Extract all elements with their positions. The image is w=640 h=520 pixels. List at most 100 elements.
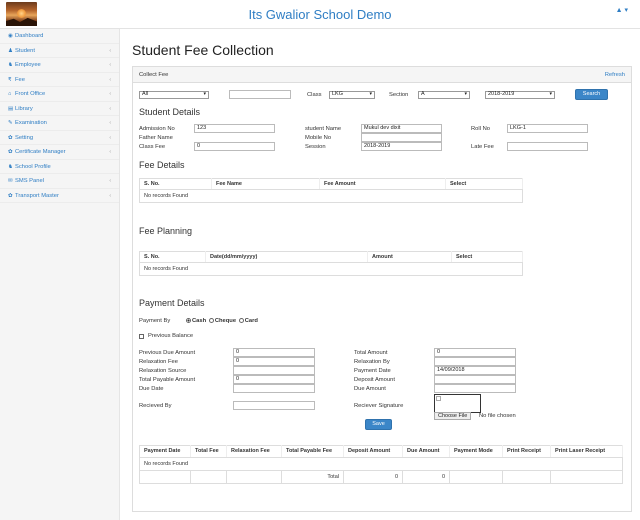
empty-message: No records Found [144, 266, 189, 272]
collect-fee-panel: Collect Fee Refresh All Class LKG Sectio… [132, 66, 632, 512]
cheque-label: Cheque [214, 318, 237, 324]
table-row: No records Found [140, 190, 523, 203]
student-name-field[interactable]: Mukul dev dixit [361, 124, 442, 133]
sidebar-item-label: Student [15, 47, 35, 54]
column-header: Fee Name [211, 178, 320, 190]
payment-date-label: Payment Date [354, 368, 391, 374]
search-button[interactable]: Search [575, 89, 608, 100]
mail-icon: ✉ [8, 178, 13, 184]
section-select[interactable]: A [418, 91, 470, 99]
class-select[interactable]: LKG [329, 91, 375, 99]
sidebar-item-examination[interactable]: ✎ Examination ‹ [0, 116, 119, 131]
admission-no-label: Admission No [139, 126, 175, 132]
column-header: Amount [367, 251, 452, 263]
sidebar-item-certificate-manager[interactable]: ✿ Certificate Manager ‹ [0, 145, 119, 160]
received-by-field[interactable] [233, 401, 315, 410]
column-header: Relaxation Fee [226, 445, 282, 458]
relaxation-by-field[interactable] [434, 357, 516, 366]
user-menu-icon[interactable]: ▲ ▾ [616, 6, 628, 14]
due-amount-label: Due Amount [354, 386, 386, 392]
sidebar-item-library[interactable]: ▤ Library ‹ [0, 102, 119, 116]
due-date-field[interactable] [233, 384, 315, 393]
relaxation-fee-label: Relaxation Fee [139, 359, 178, 365]
table-row: No records Found [139, 457, 623, 471]
table-header-row: S. No. Fee Name Fee Amount Select [139, 178, 523, 190]
chevron-left-icon: ‹ [109, 105, 111, 112]
previous-balance-checkbox[interactable] [139, 334, 144, 339]
session-field[interactable]: 2018-2019 [361, 142, 442, 151]
total-amount-field[interactable]: 0 [434, 348, 516, 357]
fee-details-title: Fee Details [139, 160, 185, 170]
sidebar-item-label: Library [15, 105, 33, 112]
gear-icon: ✿ [8, 149, 13, 155]
previous-due-amount-label: Previous Due Amount [139, 350, 196, 356]
gear-icon: ✿ [8, 192, 13, 199]
previous-balance-label: Previous Balance [148, 333, 194, 339]
column-header: Print Laser Receipt [550, 445, 623, 458]
cheque-radio[interactable] [208, 318, 214, 323]
chevron-left-icon: ‹ [109, 47, 111, 54]
column-header: Print Receipt [502, 445, 551, 458]
broken-image-icon [436, 396, 441, 401]
sidebar-item-label: Certificate Manager [15, 149, 66, 155]
payment-date-field[interactable]: 14/09/2018 [434, 366, 516, 375]
choose-file-button[interactable]: Choose File [434, 412, 472, 420]
card-radio[interactable] [238, 318, 244, 323]
column-header: Fee Amount [319, 178, 446, 190]
relaxation-source-label: Relaxation Source [139, 368, 187, 374]
received-by-label: Recieved By [139, 403, 172, 409]
relaxation-fee-field[interactable]: 0 [233, 357, 315, 366]
total-payable-amount-field[interactable]: 0 [233, 375, 315, 384]
signature-preview [434, 394, 481, 413]
roll-no-field[interactable]: LKG-1 [507, 124, 588, 133]
sidebar-item-label: SMS Panel [15, 178, 44, 184]
refresh-link[interactable]: Refresh [605, 72, 625, 78]
payment-mode-options: Cash Cheque Card [185, 318, 258, 324]
main-content: Student Fee Collection Collect Fee Refre… [120, 29, 640, 520]
due-date-label: Due Date [139, 386, 164, 392]
sidebar-item-transport-master[interactable]: ✿ Transport Master ‹ [0, 189, 119, 203]
top-header: Its Gwalior School Demo ▲ ▾ [0, 0, 640, 29]
sidebar-item-sms-panel[interactable]: ✉ SMS Panel ‹ [0, 174, 119, 189]
book-icon: ▤ [8, 105, 14, 112]
users-icon: ♞ [8, 62, 13, 68]
due-amount-field[interactable] [434, 384, 516, 393]
search-text-input[interactable] [229, 90, 291, 99]
empty-message: No records Found [144, 193, 189, 199]
card-label: Card [244, 318, 258, 324]
table-row: No records Found [140, 263, 523, 276]
admission-no-field[interactable]: 123 [194, 124, 275, 133]
sidebar-item-employee[interactable]: ♞ Employee ‹ [0, 58, 119, 73]
student-name-label: student Name [305, 126, 342, 132]
sidebar-item-fee[interactable]: ₹ Fee ‹ [0, 73, 119, 87]
session-select[interactable]: 2018-2019 [485, 91, 555, 99]
chevron-left-icon: ‹ [109, 91, 111, 97]
class-fee-field[interactable]: 0 [194, 142, 275, 151]
no-file-text: No file chosen [479, 413, 516, 419]
empty-message: No records Found [139, 457, 623, 471]
fee-planning-title: Fee Planning [139, 226, 193, 236]
receiver-signature-label: Reciever Signature [354, 403, 404, 409]
sidebar-item-label: Employee [15, 62, 41, 68]
session-label: Session [305, 144, 326, 150]
previous-due-amount-field[interactable]: 0 [233, 348, 315, 357]
rupee-icon: ₹ [8, 76, 12, 83]
cash-radio[interactable] [186, 318, 191, 323]
panel-header: Collect Fee Refresh [133, 67, 631, 83]
sidebar-item-school-profile[interactable]: ♞ School Profile [0, 160, 119, 174]
sidebar-item-front-office[interactable]: ⌂ Front Office ‹ [0, 87, 119, 102]
type-select[interactable]: All [139, 91, 209, 99]
late-fee-field[interactable] [507, 142, 588, 151]
sidebar-item-dashboard[interactable]: ◉ Dashboard [0, 29, 119, 44]
sidebar-item-student[interactable]: ♟ Student ‹ [0, 44, 119, 58]
user-icon: ♟ [8, 47, 13, 54]
sidebar-item-setting[interactable]: ✿ Setting ‹ [0, 131, 119, 145]
fee-planning-table: S. No. Date(dd/mm/yyyy) Amount Select No… [139, 251, 523, 276]
save-button[interactable]: Save [365, 419, 392, 430]
column-header: Date(dd/mm/yyyy) [205, 251, 368, 263]
relaxation-source-field[interactable] [233, 366, 315, 375]
deposit-amount-field[interactable] [434, 375, 516, 384]
mobile-no-field[interactable] [361, 133, 442, 142]
dashboard-icon: ◉ [8, 33, 13, 39]
total-amount-label: Total Amount [354, 350, 388, 356]
